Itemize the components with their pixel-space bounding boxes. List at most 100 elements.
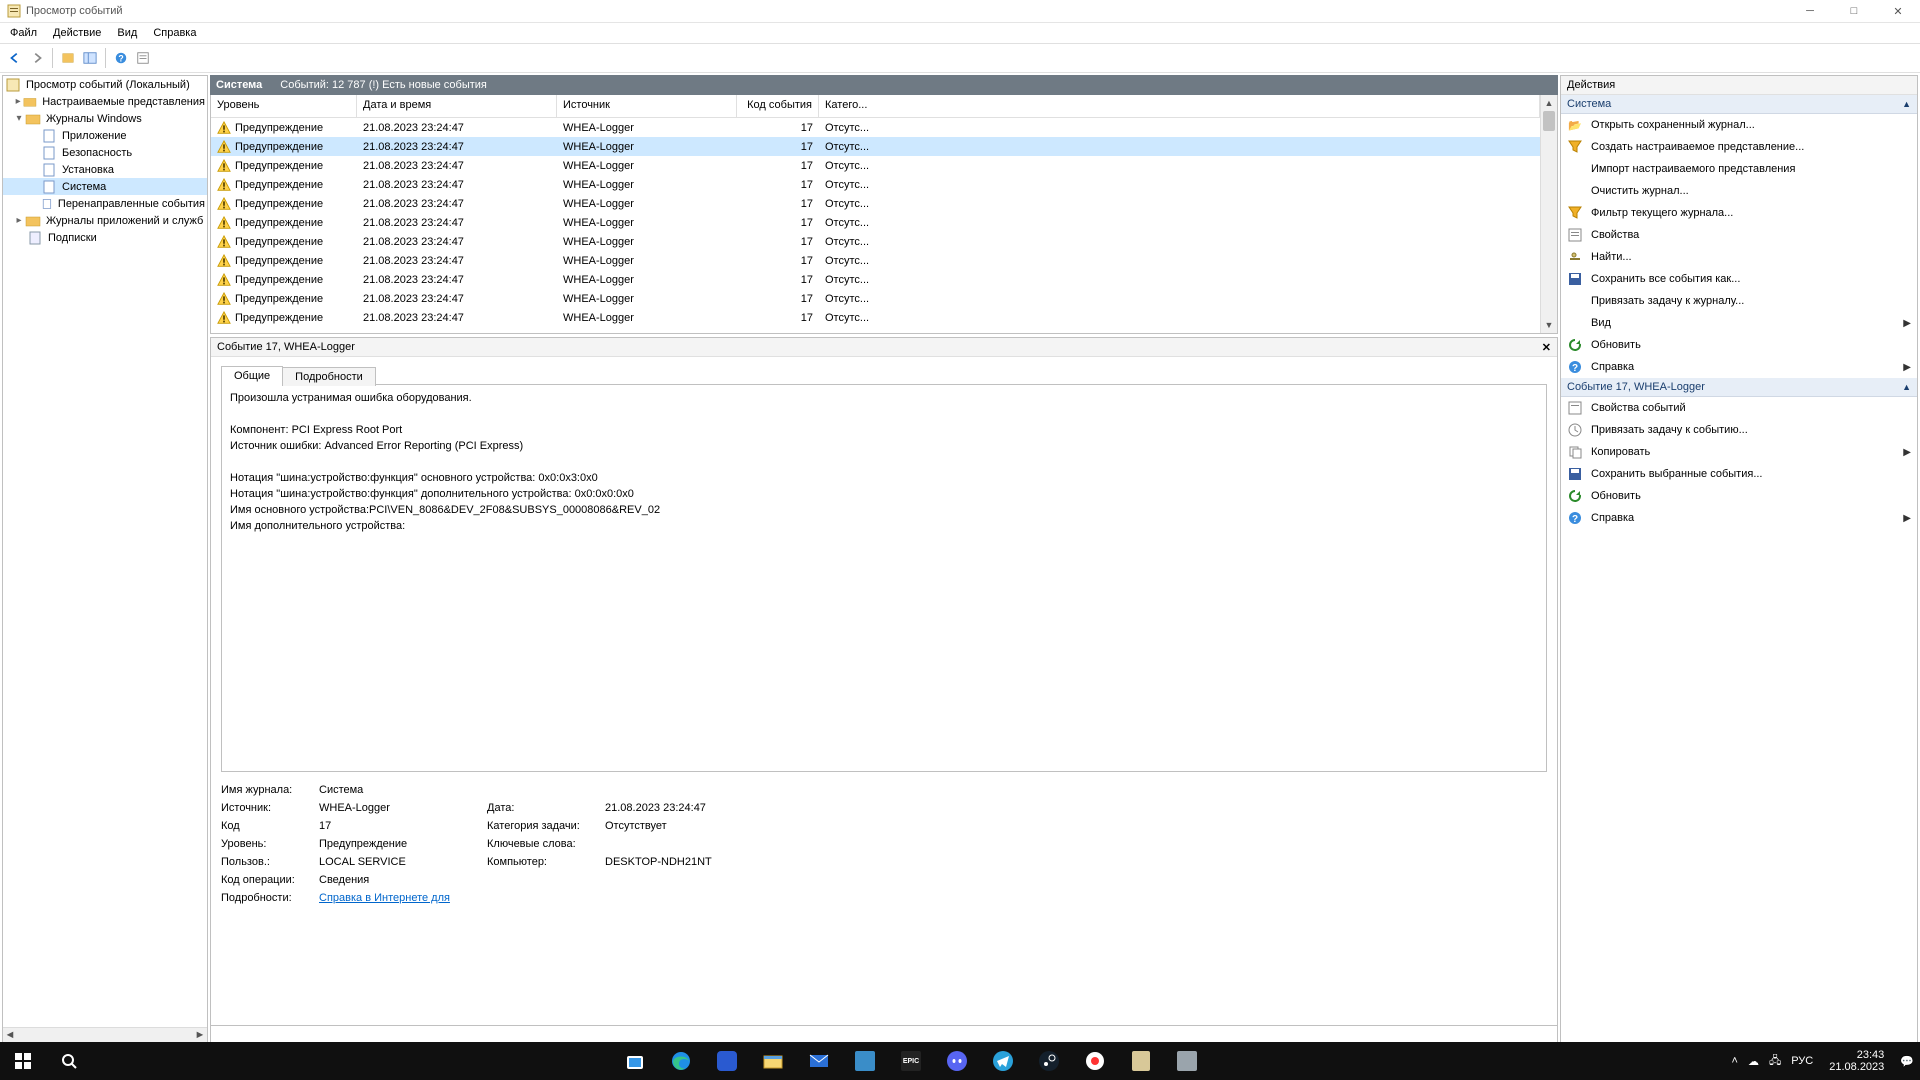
tray-cloud-icon[interactable]: ☁ [1748,1055,1759,1068]
taskbar-app-epic[interactable]: EPIC [888,1042,934,1080]
tree-horizontal-scrollbar[interactable]: ◄► [3,1027,207,1042]
event-row[interactable]: Предупреждение21.08.2023 23:24:47WHEA-Lo… [211,118,1540,137]
taskbar-app-mail[interactable] [796,1042,842,1080]
center-bottom-scrollbar[interactable] [210,1026,1558,1043]
action-open-saved-log[interactable]: 📂Открыть сохраненный журнал... [1561,114,1917,136]
action-filter-log[interactable]: Фильтр текущего журнала... [1561,202,1917,224]
taskbar-app-generic2[interactable] [842,1042,888,1080]
col-code[interactable]: Код события [737,95,819,117]
nav-back-button[interactable] [4,47,26,69]
panel-layout-button[interactable] [79,47,101,69]
event-row[interactable]: Предупреждение21.08.2023 23:24:47WHEA-Lo… [211,137,1540,156]
event-row[interactable]: Предупреждение21.08.2023 23:24:47WHEA-Lo… [211,308,1540,327]
taskbar-app-generic3[interactable] [1118,1042,1164,1080]
action-find[interactable]: Найти... [1561,246,1917,268]
nav-forward-button[interactable] [26,47,48,69]
properties-button[interactable] [132,47,154,69]
tree-log-setup[interactable]: Установка [3,161,207,178]
action-help-event[interactable]: ?Справка▶ [1561,507,1917,529]
menu-action[interactable]: Действие [45,25,109,41]
col-datetime[interactable]: Дата и время [357,95,557,117]
tray-notifications-icon[interactable]: 💬 [1900,1055,1914,1068]
col-level[interactable]: Уровень [211,95,357,117]
maximize-button[interactable]: □ [1832,0,1876,22]
tree-log-application[interactable]: Приложение [3,127,207,144]
taskbar-app-telegram[interactable] [980,1042,1026,1080]
col-category[interactable]: Катего... [819,95,1540,117]
tray-overflow-icon[interactable]: ˄ [1732,1055,1738,1067]
tree-log-system[interactable]: Система [3,178,207,195]
tree-app-service-logs[interactable]: ▸Журналы приложений и служб [3,212,207,229]
minimize-button[interactable]: ─ [1788,0,1832,22]
tray-clock[interactable]: 23:43 21.08.2023 [1823,1049,1890,1073]
menu-help[interactable]: Справка [145,25,204,41]
event-row[interactable]: Предупреждение21.08.2023 23:24:47WHEA-Lo… [211,232,1540,251]
action-help[interactable]: ?Справка▶ [1561,356,1917,378]
grid-vertical-scrollbar[interactable]: ▲▼ [1540,95,1557,333]
action-copy[interactable]: Копировать▶ [1561,441,1917,463]
system-tray[interactable]: ˄ ☁ 🖧 РУС 23:43 21.08.2023 💬 [1726,1049,1920,1073]
action-refresh[interactable]: Обновить [1561,334,1917,356]
taskbar-app-explorer[interactable] [750,1042,796,1080]
col-source[interactable]: Источник [557,95,737,117]
start-button[interactable] [0,1042,46,1080]
event-row[interactable]: Предупреждение21.08.2023 23:24:47WHEA-Lo… [211,270,1540,289]
actions-section-event[interactable]: Событие 17, WHEA-Logger▲ [1561,378,1917,397]
show-tree-button[interactable] [57,47,79,69]
event-row[interactable]: Предупреждение21.08.2023 23:24:47WHEA-Lo… [211,194,1540,213]
tab-details[interactable]: Подробности [282,367,376,386]
taskbar-app-discord[interactable] [934,1042,980,1080]
taskbar-app-eventviewer[interactable] [1164,1042,1210,1080]
action-properties[interactable]: Свойства [1561,224,1917,246]
action-create-custom-view[interactable]: Создать настраиваемое представление... [1561,136,1917,158]
event-row[interactable]: Предупреждение21.08.2023 23:24:47WHEA-Lo… [211,289,1540,308]
tree-windows-logs[interactable]: ▾Журналы Windows [3,110,207,127]
actions-section-system[interactable]: Система▲ [1561,95,1917,114]
tray-language[interactable]: РУС [1791,1055,1813,1067]
taskbar-app-store[interactable] [612,1042,658,1080]
menu-view[interactable]: Вид [109,25,145,41]
taskbar-app-generic1[interactable] [704,1042,750,1080]
tab-general[interactable]: Общие [221,366,283,385]
action-event-properties[interactable]: Свойства событий [1561,397,1917,419]
task-icon [1567,293,1583,309]
taskbar-app-edge[interactable] [658,1042,704,1080]
action-save-all[interactable]: Сохранить все события как... [1561,268,1917,290]
section-collapse-icon[interactable]: ▲ [1902,99,1911,109]
tree-subscriptions[interactable]: Подписки [3,229,207,246]
action-clear-log[interactable]: Очистить журнал... [1561,180,1917,202]
warning-icon [217,254,231,268]
search-button[interactable] [46,1042,92,1080]
event-row[interactable]: Предупреждение21.08.2023 23:24:47WHEA-Lo… [211,175,1540,194]
section-collapse-icon[interactable]: ▲ [1902,382,1911,392]
navigation-tree[interactable]: Просмотр событий (Локальный) ▸Настраивае… [2,75,208,1043]
action-save-selected[interactable]: Сохранить выбранные события... [1561,463,1917,485]
action-attach-task[interactable]: Привязать задачу к журналу... [1561,290,1917,312]
event-row[interactable]: Предупреждение21.08.2023 23:24:47WHEA-Lo… [211,213,1540,232]
taskbar-app-steam[interactable] [1026,1042,1072,1080]
event-row[interactable]: Предупреждение21.08.2023 23:24:47WHEA-Lo… [211,251,1540,270]
online-help-link[interactable]: Справка в Интернете для [319,892,450,904]
tree-log-forwarded[interactable]: Перенаправленные события [3,195,207,212]
detail-close-button[interactable]: ✕ [1542,341,1551,354]
event-description[interactable]: Произошла устранимая ошибка оборудования… [221,384,1547,772]
action-event-attach-task[interactable]: Привязать задачу к событию... [1561,419,1917,441]
taskbar-app-yandex[interactable] [1072,1042,1118,1080]
action-import-custom-view[interactable]: Импорт настраиваемого представления [1561,158,1917,180]
grid-header[interactable]: Уровень Дата и время Источник Код событи… [211,95,1540,118]
warning-icon [217,311,231,325]
tree-root[interactable]: Просмотр событий (Локальный) [3,76,207,93]
event-row[interactable]: Предупреждение21.08.2023 23:24:47WHEA-Lo… [211,156,1540,175]
detail-tabs: Общие Подробности [211,363,1557,385]
close-button[interactable]: ✕ [1876,0,1920,22]
app-icon [6,3,22,19]
tree-custom-views[interactable]: ▸Настраиваемые представления [3,93,207,110]
help-button[interactable]: ? [110,47,132,69]
find-icon [1567,249,1583,265]
menu-file[interactable]: Файл [2,25,45,41]
action-refresh-event[interactable]: Обновить [1561,485,1917,507]
tray-network-icon[interactable]: 🖧 [1769,1052,1781,1071]
action-view[interactable]: Вид▶ [1561,312,1917,334]
tree-log-security[interactable]: Безопасность [3,144,207,161]
taskbar[interactable]: EPIC ˄ ☁ 🖧 РУС 23:43 21.08.2023 💬 [0,1042,1920,1080]
